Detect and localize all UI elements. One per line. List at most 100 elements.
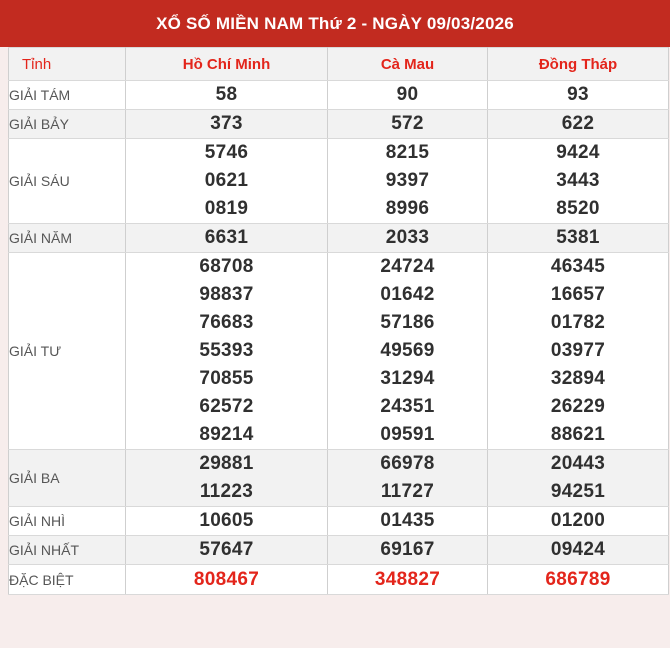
result-number: 11727 — [380, 481, 435, 502]
result-cell: 373 — [125, 109, 328, 139]
result-cell: 01435 — [327, 506, 488, 536]
result-cell: 8215 9397 8996 — [327, 138, 488, 224]
result-number: 0819 — [204, 198, 249, 219]
result-number: 66978 — [380, 453, 435, 474]
prize-label: GIẢI NHÌ — [8, 506, 126, 536]
result-number: 98837 — [199, 284, 254, 305]
result-number: 686789 — [545, 569, 611, 590]
result-number: 16657 — [550, 284, 606, 305]
prize-label: GIẢI BA — [8, 449, 126, 507]
result-number: 622 — [561, 113, 595, 134]
result-number: 89214 — [199, 424, 254, 445]
result-number: 10605 — [199, 510, 254, 531]
result-number: 76683 — [199, 312, 254, 333]
result-cell: 10605 — [125, 506, 328, 536]
results-table-container: Tỉnh Hồ Chí Minh Cà Mau Đồng Tháp GIẢI T… — [8, 47, 669, 595]
result-number: 70855 — [199, 368, 254, 389]
table-header: Tỉnh Hồ Chí Minh Cà Mau Đồng Tháp — [8, 47, 669, 81]
result-number: 26229 — [550, 396, 606, 417]
result-number: 90 — [396, 84, 419, 105]
result-number: 88621 — [550, 424, 606, 445]
result-number: 01435 — [380, 510, 435, 531]
result-cell: 58 — [125, 80, 328, 110]
table-row: GIẢI NHÌ 10605 01435 01200 — [8, 506, 669, 536]
result-cell: 572 — [327, 109, 488, 139]
result-number: 55393 — [199, 340, 254, 361]
result-cell: 6631 — [125, 223, 328, 253]
result-number: 94251 — [550, 481, 606, 502]
prize-label: GIẢI BẢY — [8, 109, 126, 139]
result-cell: 90 — [327, 80, 488, 110]
result-cell: 9424 3443 8520 — [487, 138, 669, 224]
result-number: 9424 — [556, 142, 600, 163]
result-number: 58 — [215, 84, 238, 105]
result-cell: 2033 — [327, 223, 488, 253]
result-cell: 24724 01642 57186 49569 31294 24351 09591 — [327, 252, 488, 450]
result-cell: 29881 11223 — [125, 449, 328, 507]
prize-label: GIẢI NĂM — [8, 223, 126, 253]
result-number: 20443 — [550, 453, 606, 474]
table-row: GIẢI TƯ 68708 98837 76683 55393 70855 62572 892… — [8, 252, 669, 450]
table-row: ĐẶC BIỆT 808467 348827 686789 — [8, 564, 669, 595]
prize-label: GIẢI NHẤT — [8, 535, 126, 565]
header-row: Tỉnh Hồ Chí Minh Cà Mau Đồng Tháp — [8, 47, 669, 81]
table-row: GIẢI SÁU 5746 0621 0819 8215 9397 8996 9424 3443… — [8, 138, 669, 224]
column-header-ca-mau: Cà Mau — [327, 47, 488, 81]
result-number: 0621 — [204, 170, 249, 191]
page-title: XỔ SỐ MIỀN NAM Thứ 2 - NGÀY 09/03/2026 — [156, 13, 514, 33]
result-cell: 68708 98837 76683 55393 70855 62572 89214 — [125, 252, 328, 450]
result-number: 24351 — [380, 396, 435, 417]
result-number: 03977 — [550, 340, 606, 361]
result-number: 31294 — [380, 368, 435, 389]
column-header-ho-chi-minh: Hồ Chí Minh — [125, 47, 328, 81]
result-number: 373 — [210, 113, 243, 134]
result-number: 5746 — [204, 142, 249, 163]
result-number: 9397 — [385, 170, 430, 191]
result-cell: 46345 16657 01782 03977 32894 26229 88621 — [487, 252, 669, 450]
result-number: 8215 — [385, 142, 430, 163]
result-number: 29881 — [199, 453, 254, 474]
result-number: 2033 — [385, 227, 430, 248]
result-number: 348827 — [374, 569, 441, 590]
result-number: 57186 — [380, 312, 435, 333]
result-number: 01782 — [550, 312, 606, 333]
title-bar: XỔ SỐ MIỀN NAM Thứ 2 - NGÀY 09/03/2026 — [0, 0, 670, 47]
column-header-province: Tỉnh — [8, 47, 126, 81]
result-cell: 808467 — [125, 564, 328, 595]
result-number: 57647 — [199, 539, 254, 560]
result-number: 68708 — [199, 256, 254, 277]
result-number: 46345 — [550, 256, 606, 277]
result-cell: 348827 — [327, 564, 488, 595]
prize-label: GIẢI TÁM — [8, 80, 126, 110]
result-cell: 5746 0621 0819 — [125, 138, 328, 224]
table-row: GIẢI BA 29881 11223 66978 11727 20443 94251 — [8, 449, 669, 507]
prize-label: ĐẶC BIỆT — [8, 564, 126, 595]
result-cell: 69167 — [327, 535, 488, 565]
result-cell: 93 — [487, 80, 669, 110]
results-body: GIẢI TÁM 58 90 93 GIẢI BẢY 373 572 622 GIẢI SÁU 5… — [8, 80, 669, 595]
result-number: 6631 — [204, 227, 249, 248]
table-row: GIẢI NĂM 6631 2033 5381 — [8, 223, 669, 253]
prize-label: GIẢI TƯ — [8, 252, 126, 450]
result-number: 24724 — [380, 256, 435, 277]
result-number: 3443 — [556, 170, 600, 191]
result-number: 808467 — [193, 569, 260, 590]
result-cell: 01200 — [487, 506, 669, 536]
table-row: GIẢI BẢY 373 572 622 — [8, 109, 669, 139]
table-row: GIẢI NHẤT 57647 69167 09424 — [8, 535, 669, 565]
result-cell: 622 — [487, 109, 669, 139]
column-header-dong-thap: Đồng Tháp — [487, 47, 669, 81]
results-table: Tỉnh Hồ Chí Minh Cà Mau Đồng Tháp GIẢI T… — [8, 47, 669, 595]
result-number: 49569 — [380, 340, 435, 361]
result-number: 01200 — [550, 510, 606, 531]
result-cell: 686789 — [487, 564, 669, 595]
result-cell: 5381 — [487, 223, 669, 253]
result-number: 01642 — [380, 284, 435, 305]
prize-label: GIẢI SÁU — [8, 138, 126, 224]
result-number: 09591 — [380, 424, 435, 445]
result-number: 572 — [391, 113, 424, 134]
result-number: 5381 — [556, 227, 600, 248]
result-cell: 20443 94251 — [487, 449, 669, 507]
result-cell: 09424 — [487, 535, 669, 565]
result-number: 8520 — [556, 198, 600, 219]
